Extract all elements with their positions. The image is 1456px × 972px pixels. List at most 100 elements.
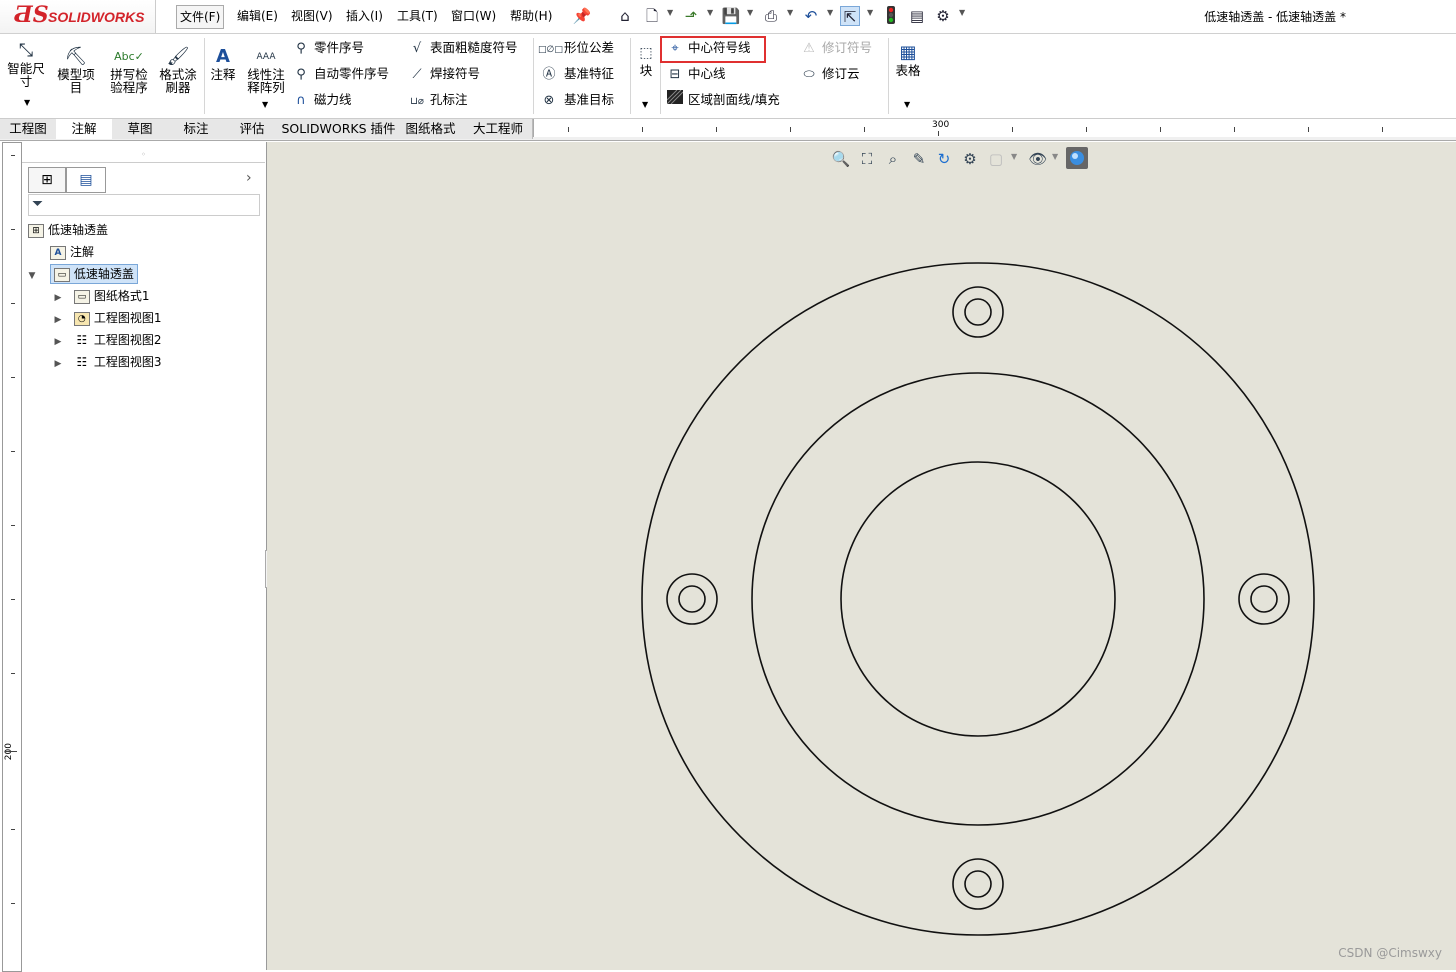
bolt-hole-top-outer[interactable] — [952, 286, 1004, 338]
open-icon[interactable]: ⬏ — [681, 6, 701, 26]
bolt-hole-left-outer[interactable] — [666, 573, 718, 625]
tree-item-drawing-view-1[interactable]: ▶ ◔ 工程图视图1 — [52, 307, 161, 329]
undo-icon[interactable]: ↶ — [801, 6, 821, 26]
chevron-down-icon[interactable]: ▼ — [904, 100, 910, 109]
bolt-hole-bottom-outer[interactable] — [952, 858, 1004, 910]
chevron-down-icon[interactable]: ▼ — [827, 8, 833, 17]
watermark: CSDN @Cimswxy — [1338, 946, 1442, 960]
bolt-hole-top-inner[interactable] — [964, 298, 992, 326]
chevron-down-icon[interactable]: ▼ — [787, 8, 793, 17]
revision-cloud-button[interactable]: ⬭ 修订云 — [800, 63, 859, 85]
filter-icon[interactable]: ⏷ — [32, 196, 43, 212]
chevron-down-icon[interactable]: ▼ — [262, 100, 268, 109]
balloon-button[interactable]: ⚲ 零件序号 — [292, 37, 364, 59]
tab-sheet-format[interactable]: 图纸格式 — [397, 119, 465, 139]
surface-finish-button[interactable]: √ 表面粗糙度符号 — [408, 37, 518, 59]
block-button[interactable]: ⬚ 块 — [634, 42, 658, 77]
feature-manager-tab-icon[interactable]: ⊞ — [28, 167, 66, 193]
flange-cover-drawing-view[interactable] — [267, 142, 1456, 970]
chevron-down-icon[interactable]: ▼ — [707, 8, 713, 17]
new-document-icon[interactable]: 🗋 — [642, 6, 662, 26]
revision-symbol-button[interactable]: ⚠ 修订符号 — [800, 37, 872, 59]
bolt-hole-right-inner[interactable] — [1250, 585, 1278, 613]
weld-symbol-button[interactable]: ⟋ 焊接符号 — [408, 63, 480, 85]
spell-checker-button[interactable]: Abc✓ 拼写检验程序 — [106, 46, 152, 94]
tab-solidworks-addins[interactable]: SOLIDWORKS 插件 — [280, 119, 398, 139]
table-button[interactable]: ▦ 表格 — [893, 42, 923, 77]
geometric-tolerance-button[interactable]: □∅□形位公差 — [538, 37, 614, 59]
menu-file[interactable]: 文件(F) — [176, 5, 225, 29]
bolt-hole-left-inner[interactable] — [678, 585, 706, 613]
model-items-label: 模型项目 — [57, 67, 95, 95]
chevron-down-icon[interactable]: ▼ — [867, 8, 873, 17]
menu-window[interactable]: 窗口(W) — [448, 5, 499, 27]
save-icon[interactable]: 💾 — [721, 6, 741, 26]
chevron-down-icon[interactable]: ▼ — [959, 8, 965, 17]
tree-item-drawing-view-2[interactable]: ▶ ☷ 工程图视图2 — [52, 329, 162, 353]
drawing-view-icon: ◔ — [73, 311, 90, 326]
menu-help[interactable]: 帮助(H) — [507, 5, 555, 27]
menu-edit[interactable]: 编辑(E) — [234, 5, 281, 27]
pin-icon[interactable]: 📌 — [572, 6, 592, 26]
menu-view[interactable]: 视图(V) — [288, 5, 336, 27]
hole-callout-button[interactable]: ⊔⌀ 孔标注 — [408, 89, 467, 111]
options-gear-icon[interactable]: ⚙ — [933, 6, 953, 26]
traffic-light-icon[interactable] — [881, 6, 901, 26]
model-items-button[interactable]: ⛏ 模型项目 — [54, 46, 98, 94]
vertical-ruler: 200 — [2, 142, 22, 972]
magnetic-line-button[interactable]: ∩ 磁力线 — [292, 89, 351, 111]
chevron-right-icon[interactable]: › — [246, 170, 252, 186]
tab-evaluate[interactable]: 评估 — [224, 119, 281, 139]
outer-circle[interactable] — [641, 262, 1315, 936]
drawing-canvas[interactable]: 🔍 ⛶ ⌕ ✎ ↻ ⚙ ▢ ▼ 👁 ▼ CSDN @Cimswxy — [267, 142, 1456, 970]
smart-dimension-button[interactable]: ⤡ 智能尺寸 — [4, 40, 48, 88]
chevron-down-icon[interactable]: ▼ — [26, 265, 38, 287]
menu-insert[interactable]: 插入(I) — [343, 5, 386, 27]
centerline-button[interactable]: ⊟ 中心线 — [666, 63, 726, 85]
tree-root-drawing[interactable]: ⊞ 低速轴透盖 — [28, 219, 108, 241]
geometric-tolerance-label: 形位公差 — [564, 40, 615, 55]
tree-item-drawing-view-3[interactable]: ▶ ☷ 工程图视图3 — [52, 351, 162, 375]
chevron-right-icon[interactable]: ▶ — [52, 353, 64, 375]
property-manager-tab-icon[interactable]: ▤ — [66, 167, 106, 193]
menu-tools[interactable]: 工具(T) — [394, 5, 441, 27]
panel-splitter-handle[interactable]: ◦ — [22, 144, 265, 163]
tab-drawing[interactable]: 工程图 — [0, 119, 57, 139]
tree-item-sheet-format[interactable]: ▶ ▭ 图纸格式1 — [52, 285, 149, 307]
tab-da-gongchengshi[interactable]: 大工程师 — [464, 119, 533, 139]
chevron-right-icon[interactable]: ▶ — [52, 287, 64, 309]
chevron-down-icon[interactable]: ▼ — [747, 8, 753, 17]
geometric-tolerance-icon: □∅□ — [538, 45, 563, 55]
inner-bore-circle[interactable] — [840, 461, 1116, 737]
format-painter-button[interactable]: 🖌 格式涂刷器 — [156, 46, 200, 94]
tab-annotation[interactable]: 注解 — [56, 119, 113, 139]
middle-circle[interactable] — [751, 372, 1205, 826]
linear-note-pattern-button[interactable]: AAA 线性注释阵列 — [244, 46, 288, 94]
tab-sketch[interactable]: 草图 — [112, 119, 169, 139]
file-properties-icon[interactable]: ▤ — [907, 6, 927, 26]
select-icon[interactable]: ⇱ — [840, 6, 860, 26]
note-button[interactable]: A 注释 — [208, 46, 238, 81]
chevron-down-icon[interactable]: ▼ — [24, 98, 30, 107]
chevron-right-icon[interactable]: ▶ — [52, 331, 64, 353]
tree-item-annotations[interactable]: A 注解 — [50, 241, 94, 263]
chevron-down-icon[interactable]: ▼ — [667, 8, 673, 17]
solidworks-logo[interactable]: ƋS SOLIDWORKS — [0, 0, 156, 33]
home-icon[interactable]: ⌂ — [615, 6, 635, 26]
chevron-right-icon[interactable]: ▶ — [52, 309, 64, 331]
auto-balloon-button[interactable]: ⚲ 自动零件序号 — [292, 63, 389, 85]
tree-filter-bar[interactable]: ⏷ — [28, 194, 260, 216]
smart-dimension-label: 智能尺寸 — [7, 61, 45, 89]
datum-feature-button[interactable]: Ⓐ 基准特征 — [538, 63, 614, 85]
datum-target-button[interactable]: ⊗ 基准目标 — [538, 89, 614, 111]
print-icon[interactable]: ⎙ — [761, 6, 781, 26]
surface-finish-icon: √ — [412, 41, 422, 56]
bolt-hole-bottom-inner[interactable] — [964, 870, 992, 898]
tree-item-label: 低速轴透盖 — [73, 267, 134, 281]
chevron-down-icon[interactable]: ▼ — [642, 100, 648, 109]
tree-item-sheet[interactable]: ▼ ▭ 低速轴透盖 — [26, 263, 138, 285]
bolt-hole-right-outer[interactable] — [1238, 573, 1290, 625]
logo-text: SOLIDWORKS — [48, 9, 145, 25]
tab-dimension[interactable]: 标注 — [168, 119, 225, 139]
area-hatch-button[interactable]: 区域剖面线/填充 — [666, 89, 780, 111]
